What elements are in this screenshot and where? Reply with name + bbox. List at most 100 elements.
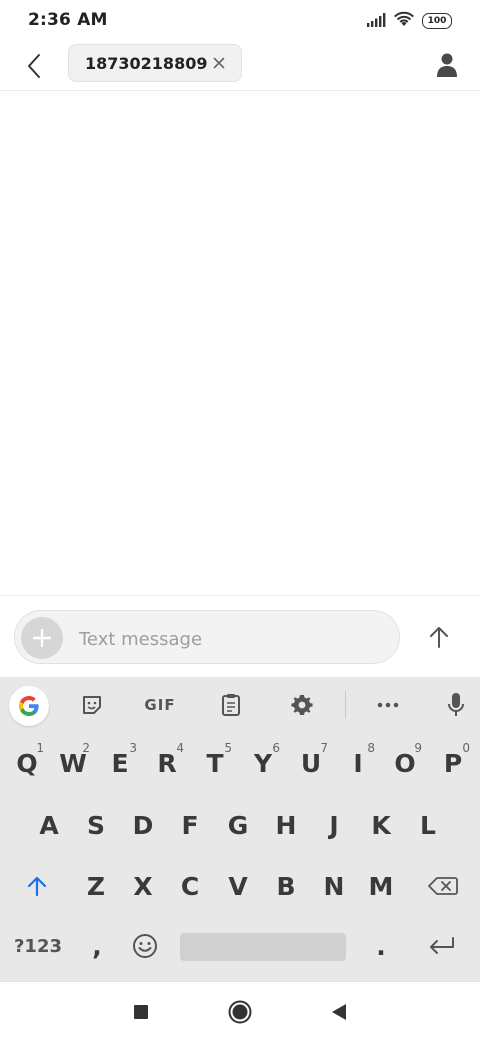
key-o[interactable]: O9 [382, 739, 428, 787]
key-z[interactable]: Z [73, 862, 119, 910]
key-y[interactable]: Y6 [240, 739, 286, 787]
shift-arrow-icon [27, 876, 47, 897]
home-circle-icon [228, 1000, 252, 1024]
key-r[interactable]: R4 [144, 739, 190, 787]
home-button[interactable] [224, 996, 256, 1028]
key-f[interactable]: F [167, 801, 213, 849]
message-thread [0, 91, 480, 595]
toolbar-divider [345, 691, 346, 719]
key-i[interactable]: I8 [335, 739, 381, 787]
contact-person-icon [437, 53, 457, 77]
status-icons: 100 [366, 11, 452, 31]
backspace-icon [428, 877, 458, 895]
key-t[interactable]: T5 [192, 739, 238, 787]
google-button[interactable] [9, 686, 49, 726]
emoji-key[interactable] [122, 922, 168, 970]
key-u[interactable]: U7 [288, 739, 334, 787]
conversation-header: 18730218809 [0, 42, 480, 91]
contact-button[interactable] [430, 48, 464, 82]
compose-field [14, 610, 400, 664]
clipboard-button[interactable] [211, 687, 251, 723]
status-time: 2:36 AM [28, 10, 108, 30]
key-d[interactable]: D [120, 801, 166, 849]
clipboard-icon [222, 694, 240, 716]
key-hint: 9 [414, 741, 422, 755]
comma-key[interactable]: , [74, 922, 120, 970]
key-hint: 2 [82, 741, 90, 755]
key-label: O [394, 748, 416, 778]
enter-key[interactable] [414, 922, 470, 970]
status-bar: 2:36 AM 100 [0, 0, 480, 42]
spacebar[interactable] [180, 933, 346, 961]
enter-icon [430, 937, 454, 954]
key-hint: 5 [224, 741, 232, 755]
key-label: T [206, 748, 224, 778]
key-n[interactable]: N [311, 862, 357, 910]
key-label: U [300, 748, 322, 778]
key-h[interactable]: H [263, 801, 309, 849]
gif-button[interactable]: GIF [140, 687, 180, 723]
key-hint: 8 [367, 741, 375, 755]
key-label: I [353, 748, 363, 778]
attach-button[interactable] [21, 617, 63, 659]
key-hint: 3 [129, 741, 137, 755]
plus-icon [33, 629, 51, 647]
navigation-bar [0, 981, 480, 1041]
key-k[interactable]: K [358, 801, 404, 849]
key-e[interactable]: E3 [97, 739, 143, 787]
remove-recipient-button[interactable] [211, 55, 227, 71]
emoji-icon [133, 934, 157, 958]
backspace-key[interactable] [414, 862, 472, 910]
key-hint: 6 [272, 741, 280, 755]
wifi-icon [394, 11, 414, 31]
more-dots-icon [377, 702, 399, 708]
key-g[interactable]: G [215, 801, 261, 849]
key-w[interactable]: W2 [50, 739, 96, 787]
key-label: R [157, 748, 177, 778]
key-s[interactable]: S [73, 801, 119, 849]
recipient-number: 18730218809 [85, 53, 208, 73]
shift-key[interactable] [8, 862, 66, 910]
recents-button[interactable] [125, 996, 157, 1028]
close-icon [213, 57, 225, 69]
sticker-icon [83, 696, 101, 714]
key-l[interactable]: L [405, 801, 451, 849]
period-key[interactable]: . [358, 922, 404, 970]
send-arrow-up-icon [430, 627, 448, 648]
back-button[interactable] [18, 50, 50, 82]
keyboard-toolbar: GIF [0, 677, 480, 733]
sticker-button[interactable] [72, 687, 112, 723]
key-label: Y [253, 748, 273, 778]
key-hint: 4 [176, 741, 184, 755]
signal-icon [366, 12, 386, 31]
back-triangle-icon [332, 1004, 346, 1020]
battery-icon: 100 [422, 13, 452, 29]
more-button[interactable] [368, 687, 408, 723]
symbols-key[interactable]: ?123 [8, 922, 68, 970]
key-j[interactable]: J [311, 801, 357, 849]
key-x[interactable]: X [120, 862, 166, 910]
key-hint: 1 [36, 741, 44, 755]
recipient-chip[interactable]: 18730218809 [68, 44, 242, 82]
key-q[interactable]: Q1 [4, 739, 50, 787]
send-button[interactable] [422, 620, 456, 654]
key-v[interactable]: V [215, 862, 261, 910]
key-m[interactable]: M [358, 862, 404, 910]
key-c[interactable]: C [167, 862, 213, 910]
recents-square-icon [134, 1005, 148, 1019]
key-a[interactable]: A [26, 801, 72, 849]
key-label: E [111, 748, 129, 778]
settings-button[interactable] [282, 687, 322, 723]
compose-bar [0, 595, 480, 678]
key-p[interactable]: P0 [430, 739, 476, 787]
google-g-icon [19, 696, 39, 716]
key-hint: 7 [320, 741, 328, 755]
microphone-icon [448, 693, 464, 716]
voice-input-button[interactable] [436, 687, 476, 723]
back-nav-button[interactable] [323, 996, 355, 1028]
gif-label: GIF [144, 696, 176, 714]
message-input[interactable] [77, 619, 381, 659]
key-b[interactable]: B [263, 862, 309, 910]
key-label: P [443, 748, 463, 778]
key-label: Q [16, 748, 38, 778]
